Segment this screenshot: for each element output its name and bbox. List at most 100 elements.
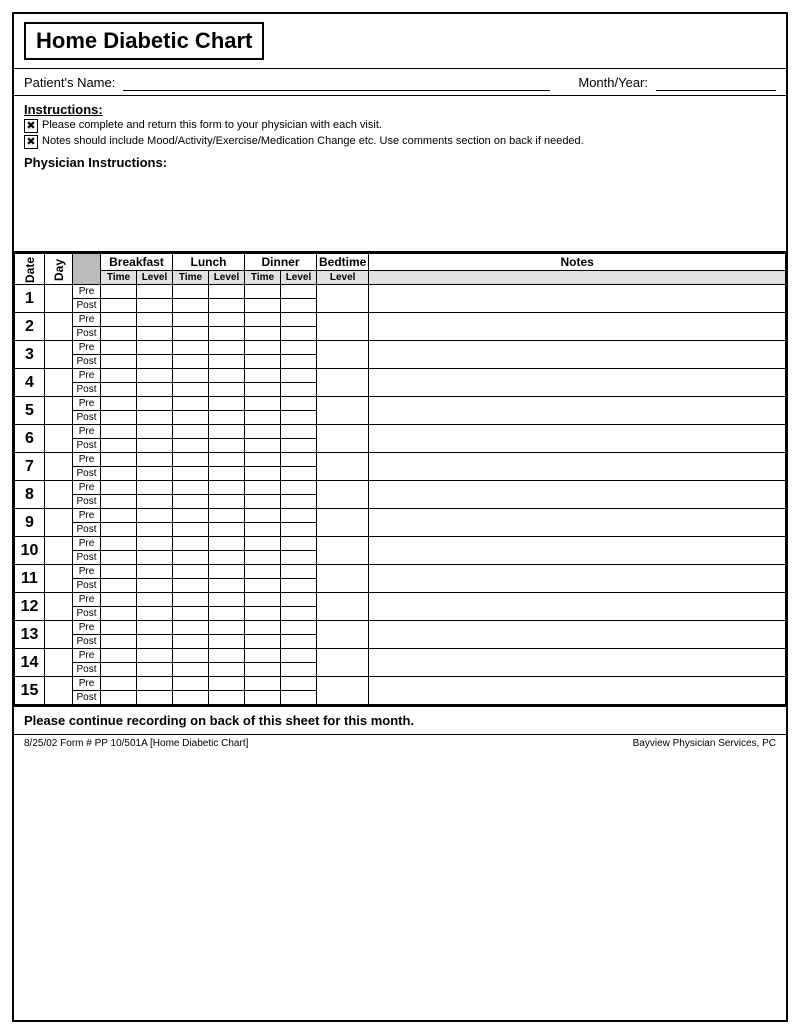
- dn-time-pre-14[interactable]: [245, 649, 281, 663]
- bt-level-9[interactable]: [317, 509, 369, 537]
- notes-3[interactable]: [369, 341, 786, 369]
- ln-level-pre-7[interactable]: [209, 453, 245, 467]
- dn-level-pre-9[interactable]: [281, 509, 317, 523]
- bt-level-5[interactable]: [317, 397, 369, 425]
- bf-time-post-8[interactable]: [101, 495, 137, 509]
- ln-time-pre-3[interactable]: [173, 341, 209, 355]
- bf-level-post-4[interactable]: [137, 383, 173, 397]
- notes-13[interactable]: [369, 621, 786, 649]
- bf-time-post-11[interactable]: [101, 579, 137, 593]
- bf-time-pre-4[interactable]: [101, 369, 137, 383]
- ln-time-pre-13[interactable]: [173, 621, 209, 635]
- notes-2[interactable]: [369, 313, 786, 341]
- dn-level-post-10[interactable]: [281, 551, 317, 565]
- dn-time-post-7[interactable]: [245, 467, 281, 481]
- dn-level-post-7[interactable]: [281, 467, 317, 481]
- ln-level-pre-3[interactable]: [209, 341, 245, 355]
- ln-time-pre-14[interactable]: [173, 649, 209, 663]
- dn-time-pre-10[interactable]: [245, 537, 281, 551]
- dn-level-post-2[interactable]: [281, 327, 317, 341]
- bf-level-post-7[interactable]: [137, 467, 173, 481]
- notes-12[interactable]: [369, 593, 786, 621]
- ln-time-pre-7[interactable]: [173, 453, 209, 467]
- bt-level-3[interactable]: [317, 341, 369, 369]
- notes-9[interactable]: [369, 509, 786, 537]
- bf-level-pre-10[interactable]: [137, 537, 173, 551]
- bf-level-post-13[interactable]: [137, 635, 173, 649]
- dn-time-post-3[interactable]: [245, 355, 281, 369]
- bf-level-pre-8[interactable]: [137, 481, 173, 495]
- dn-level-post-8[interactable]: [281, 495, 317, 509]
- dn-level-pre-6[interactable]: [281, 425, 317, 439]
- ln-time-pre-11[interactable]: [173, 565, 209, 579]
- bf-time-pre-9[interactable]: [101, 509, 137, 523]
- bf-time-post-15[interactable]: [101, 691, 137, 705]
- dn-time-pre-1[interactable]: [245, 285, 281, 299]
- dn-time-pre-15[interactable]: [245, 677, 281, 691]
- bf-time-pre-2[interactable]: [101, 313, 137, 327]
- bt-level-14[interactable]: [317, 649, 369, 677]
- bf-level-pre-2[interactable]: [137, 313, 173, 327]
- ln-level-pre-8[interactable]: [209, 481, 245, 495]
- bf-level-post-2[interactable]: [137, 327, 173, 341]
- notes-10[interactable]: [369, 537, 786, 565]
- dn-level-pre-13[interactable]: [281, 621, 317, 635]
- ln-level-pre-10[interactable]: [209, 537, 245, 551]
- bf-time-post-12[interactable]: [101, 607, 137, 621]
- ln-level-post-2[interactable]: [209, 327, 245, 341]
- notes-8[interactable]: [369, 481, 786, 509]
- ln-time-post-11[interactable]: [173, 579, 209, 593]
- ln-time-post-1[interactable]: [173, 299, 209, 313]
- notes-1[interactable]: [369, 285, 786, 313]
- bf-time-pre-13[interactable]: [101, 621, 137, 635]
- dn-time-pre-12[interactable]: [245, 593, 281, 607]
- ln-level-post-11[interactable]: [209, 579, 245, 593]
- notes-14[interactable]: [369, 649, 786, 677]
- bt-level-11[interactable]: [317, 565, 369, 593]
- bf-time-post-13[interactable]: [101, 635, 137, 649]
- dn-time-pre-5[interactable]: [245, 397, 281, 411]
- bf-time-pre-15[interactable]: [101, 677, 137, 691]
- ln-time-post-15[interactable]: [173, 691, 209, 705]
- bf-level-post-3[interactable]: [137, 355, 173, 369]
- bf-level-post-5[interactable]: [137, 411, 173, 425]
- ln-level-pre-1[interactable]: [209, 285, 245, 299]
- dn-level-pre-4[interactable]: [281, 369, 317, 383]
- bf-level-pre-3[interactable]: [137, 341, 173, 355]
- bt-level-10[interactable]: [317, 537, 369, 565]
- ln-time-pre-1[interactable]: [173, 285, 209, 299]
- notes-6[interactable]: [369, 425, 786, 453]
- ln-time-post-13[interactable]: [173, 635, 209, 649]
- dn-time-post-8[interactable]: [245, 495, 281, 509]
- notes-4[interactable]: [369, 369, 786, 397]
- bf-level-pre-1[interactable]: [137, 285, 173, 299]
- dn-level-pre-3[interactable]: [281, 341, 317, 355]
- ln-time-post-14[interactable]: [173, 663, 209, 677]
- dn-time-pre-6[interactable]: [245, 425, 281, 439]
- bf-level-post-15[interactable]: [137, 691, 173, 705]
- dn-level-post-3[interactable]: [281, 355, 317, 369]
- bf-level-post-1[interactable]: [137, 299, 173, 313]
- dn-time-pre-3[interactable]: [245, 341, 281, 355]
- bf-level-pre-4[interactable]: [137, 369, 173, 383]
- ln-level-pre-2[interactable]: [209, 313, 245, 327]
- bf-time-pre-11[interactable]: [101, 565, 137, 579]
- bf-time-post-14[interactable]: [101, 663, 137, 677]
- notes-11[interactable]: [369, 565, 786, 593]
- bf-time-post-5[interactable]: [101, 411, 137, 425]
- ln-time-pre-6[interactable]: [173, 425, 209, 439]
- dn-time-post-13[interactable]: [245, 635, 281, 649]
- bf-time-post-4[interactable]: [101, 383, 137, 397]
- dn-level-post-6[interactable]: [281, 439, 317, 453]
- bf-time-post-7[interactable]: [101, 467, 137, 481]
- ln-level-post-5[interactable]: [209, 411, 245, 425]
- ln-level-pre-12[interactable]: [209, 593, 245, 607]
- bf-level-pre-15[interactable]: [137, 677, 173, 691]
- patient-name-field[interactable]: [123, 73, 550, 91]
- dn-level-pre-12[interactable]: [281, 593, 317, 607]
- ln-level-post-3[interactable]: [209, 355, 245, 369]
- ln-time-post-7[interactable]: [173, 467, 209, 481]
- ln-level-post-10[interactable]: [209, 551, 245, 565]
- ln-time-post-5[interactable]: [173, 411, 209, 425]
- dn-time-post-15[interactable]: [245, 691, 281, 705]
